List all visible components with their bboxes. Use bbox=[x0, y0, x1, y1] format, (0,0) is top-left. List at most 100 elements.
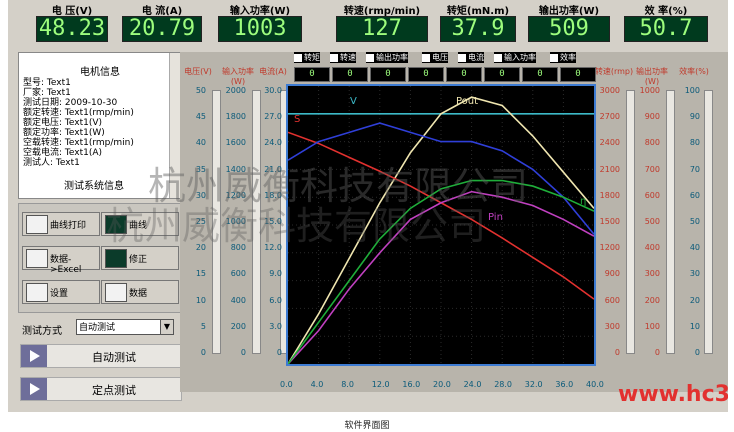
data-icon bbox=[105, 283, 127, 302]
current-tick-label: 9.0 bbox=[269, 269, 282, 279]
current-readout-value: 20.79 bbox=[122, 16, 202, 42]
motor-info-title: 电机信息 bbox=[80, 67, 120, 78]
input_power-tick-label: 0 bbox=[240, 348, 246, 357]
fixed-point-test-button[interactable]: 定点测试 bbox=[20, 377, 182, 401]
export-excel-button[interactable]: 数据->Excel bbox=[22, 246, 100, 275]
series-toggle[interactable]: 电压 bbox=[422, 52, 448, 63]
fixed-point-test-label: 定点测试 bbox=[92, 384, 136, 397]
checkbox-icon[interactable] bbox=[550, 53, 558, 62]
voltage-tick-label: 45 bbox=[195, 112, 206, 122]
chevron-down-icon[interactable]: ▼ bbox=[160, 320, 173, 334]
info-line: 测试日期: 2009-10-30 bbox=[23, 98, 118, 108]
speed-axis: 转速(rmp) bbox=[594, 66, 634, 77]
input-power-readout: 输入功率(W) 1003 bbox=[214, 0, 306, 46]
info-line: 额定功率: Text1(W) bbox=[23, 128, 105, 138]
output_power-scale-bar bbox=[666, 90, 675, 354]
watermark-text: 杭州威衡科技有限公司 bbox=[106, 204, 487, 248]
figure-caption: 软件界面图 bbox=[344, 421, 390, 431]
digit-readout: 0 bbox=[446, 67, 482, 82]
series-toggle[interactable]: 输出功率 bbox=[366, 52, 408, 63]
current-tick-label: 24.0 bbox=[264, 138, 282, 148]
output_power-tick-label: 100 bbox=[644, 321, 660, 331]
efficiency-tick-label: 70 bbox=[689, 164, 700, 174]
series-toggle-label: 输出功率 bbox=[376, 53, 408, 62]
current-tick-label: 3.0 bbox=[269, 321, 282, 331]
info-line: 厂家: Text1 bbox=[23, 88, 71, 98]
voltage-axis: 电压(V) bbox=[180, 66, 216, 77]
series-toggle-label: 电压 bbox=[432, 53, 448, 62]
auto-test-button[interactable]: 自动测试 bbox=[20, 344, 182, 368]
test-mode-select[interactable]: 自动测试 ▼ bbox=[76, 319, 174, 335]
checkbox-icon[interactable] bbox=[366, 53, 374, 62]
speed-readout-value: 127 bbox=[336, 16, 428, 42]
efficiency-tick-label: 60 bbox=[689, 190, 700, 200]
input_power-tick-label: 1600 bbox=[225, 138, 246, 148]
speed-tick-label: 2400 bbox=[599, 138, 620, 148]
efficiency-tick-label: 90 bbox=[689, 112, 700, 122]
series-label: S bbox=[294, 114, 300, 125]
play-icon bbox=[21, 345, 47, 367]
settings-button[interactable]: 设置 bbox=[22, 280, 100, 304]
print-curve-label: 曲线打印 bbox=[50, 221, 87, 231]
voltage-readout-label: 电 压(V) bbox=[51, 6, 93, 17]
digit-readout: 0 bbox=[294, 67, 330, 82]
checkbox-icon[interactable] bbox=[330, 53, 338, 62]
output-power-readout-label: 输出功率(W) bbox=[538, 6, 600, 17]
torque-readout: 转矩(mN.m) 37.9 bbox=[436, 0, 520, 46]
auto-test-label: 自动测试 bbox=[92, 351, 136, 364]
digit-readout: 0 bbox=[370, 67, 406, 82]
output_power-tick-label: 1000 bbox=[639, 86, 660, 95]
speed-tick-label: 900 bbox=[604, 269, 620, 279]
data-button[interactable]: 数据 bbox=[101, 280, 179, 304]
x-tick-label: 36.0 bbox=[555, 380, 574, 389]
series-label: Pin bbox=[488, 212, 503, 223]
efficiency-tick-label: 80 bbox=[689, 138, 700, 148]
x-tick-label: 0.0 bbox=[280, 380, 293, 389]
efficiency-tick-label: 50 bbox=[689, 217, 700, 226]
x-tick-label: 4.0 bbox=[310, 380, 324, 389]
voltage-readout: 电 压(V) 48.23 bbox=[32, 0, 112, 46]
efficiency-tick-label: 20 bbox=[689, 295, 700, 305]
efficiency-tick-label: 100 bbox=[684, 86, 700, 95]
x-tick-label: 32.0 bbox=[524, 380, 543, 389]
speed-scale-bar bbox=[626, 90, 635, 354]
test-mode-value: 自动测试 bbox=[79, 323, 116, 333]
series-toggle[interactable]: 效率 bbox=[550, 52, 576, 63]
checkbox-icon[interactable] bbox=[294, 53, 302, 62]
efficiency-readout: 效 率(%) 50.7 bbox=[620, 0, 712, 46]
digit-readout: 0 bbox=[522, 67, 558, 82]
x-tick-label: 8.0 bbox=[341, 380, 354, 389]
test-mode-label: 测试方式 bbox=[22, 326, 62, 337]
current-tick-label: 30.0 bbox=[264, 86, 282, 95]
efficiency-tick-label: 0 bbox=[694, 348, 700, 357]
current-tick-label: 6.0 bbox=[269, 295, 282, 305]
torque-readout-label: 转矩(mN.m) bbox=[446, 6, 510, 17]
voltage-tick-label: 10 bbox=[195, 295, 206, 305]
efficiency-tick-label: 40 bbox=[689, 243, 700, 253]
efficiency-scale-bar bbox=[704, 90, 713, 354]
input_power-tick-label: 400 bbox=[230, 295, 246, 305]
series-toggle[interactable]: 转速 bbox=[330, 52, 356, 63]
digit-readout: 0 bbox=[332, 67, 368, 82]
current-axis-title: 电流(A) bbox=[259, 67, 287, 76]
series-toggle[interactable]: 输入功率 bbox=[494, 52, 536, 63]
info-line: 额定转速: Text1(rmp/min) bbox=[23, 108, 134, 118]
checkbox-icon[interactable] bbox=[422, 53, 430, 62]
print-curve-button[interactable]: 曲线打印 bbox=[22, 212, 100, 236]
output_power-tick-label: 700 bbox=[644, 164, 660, 174]
checkbox-icon[interactable] bbox=[458, 53, 466, 62]
series-toggle[interactable]: 转矩 bbox=[294, 52, 320, 63]
excel-icon bbox=[26, 249, 48, 268]
checkbox-icon[interactable] bbox=[494, 53, 502, 62]
speed-tick-label: 1200 bbox=[599, 243, 620, 253]
settings-label: 设置 bbox=[50, 289, 69, 299]
digit-readout: 0 bbox=[484, 67, 520, 82]
correction-icon bbox=[105, 249, 127, 268]
speed-readout-label: 转速(rmp/min) bbox=[343, 6, 421, 17]
speed-axis-title: 转速(rmp) bbox=[594, 67, 634, 76]
export-excel-label: 数据->Excel bbox=[50, 255, 82, 275]
current-tick-label: 0 bbox=[276, 348, 282, 357]
series-toggle[interactable]: 电流 bbox=[458, 52, 484, 63]
series-label: Pout bbox=[456, 96, 478, 107]
x-tick-label: 20.0 bbox=[433, 380, 451, 389]
